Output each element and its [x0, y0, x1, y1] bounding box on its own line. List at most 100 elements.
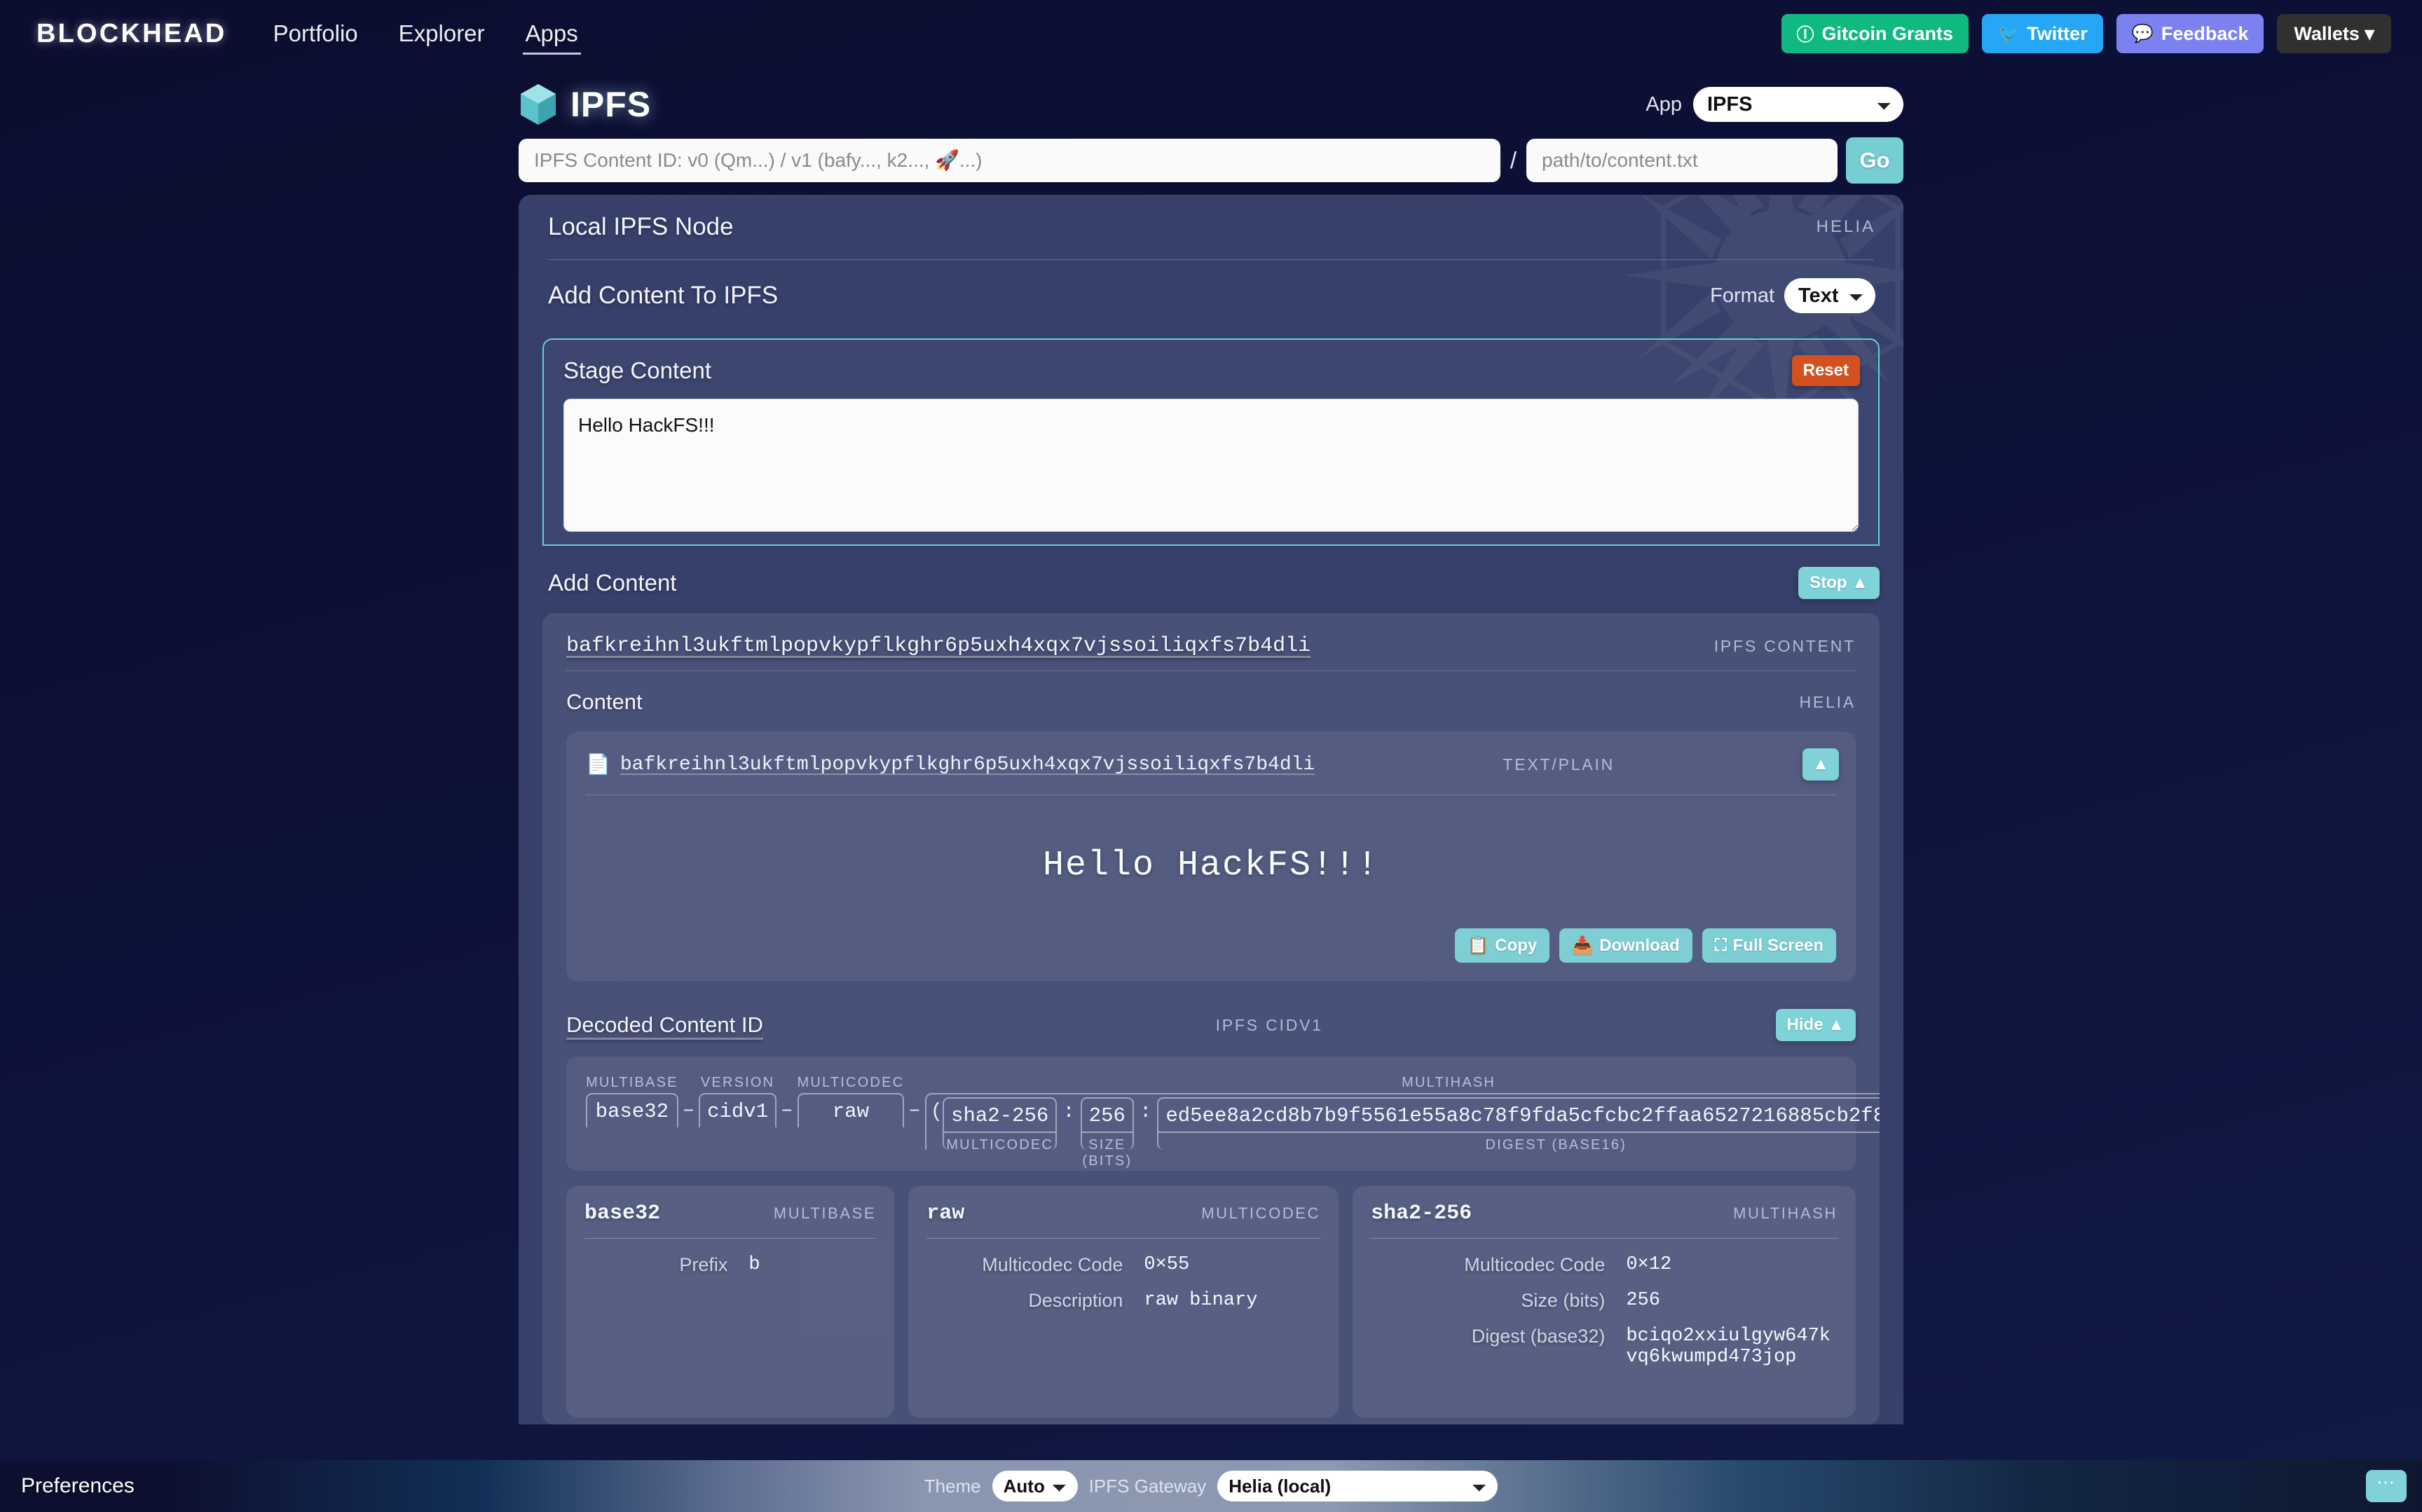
- go-button[interactable]: Go: [1846, 137, 1903, 184]
- ipfs-gateway-label: IPFS Gateway: [1088, 1475, 1207, 1497]
- node-panel-title: Local IPFS Node: [548, 213, 734, 240]
- ipfs-cube-icon: [521, 84, 556, 125]
- multihash-card-name: sha2-256: [1371, 1202, 1472, 1225]
- multihash-detail-card: sha2-256 MULTIHASH Multicodec Code 0×12 …: [1353, 1186, 1856, 1417]
- gitcoin-icon: Ⓘ: [1796, 25, 1814, 45]
- nav-link-explorer[interactable]: Explorer: [399, 0, 485, 67]
- multihash-colon-2: :: [1139, 1100, 1152, 1123]
- row-value: 0×55: [1144, 1254, 1190, 1275]
- reset-button[interactable]: Reset: [1791, 355, 1860, 386]
- nav-actions: Ⓘ Gitcoin Grants 🐦 Twitter 💬 Feedback Wa…: [1781, 14, 2391, 53]
- format-selector-group: Format Text: [1710, 278, 1875, 313]
- local-ipfs-node-panel: Local IPFS Node HELIA Add Content To IPF…: [519, 195, 1903, 1424]
- card-header: raw MULTICODEC: [926, 1202, 1320, 1225]
- cid-input[interactable]: [519, 139, 1500, 182]
- multihash-size: 256 SIZE (BITS): [1080, 1097, 1134, 1169]
- gitcoin-grants-label: Gitcoin Grants: [1821, 22, 1954, 44]
- multibase-card-name: base32: [584, 1202, 661, 1225]
- decoded-cid-header: Decoded Content ID IPFS CIDV1 Hide ▲: [542, 996, 1880, 1051]
- multihash-card-tag: MULTIHASH: [1733, 1204, 1838, 1222]
- collapse-file-button[interactable]: ▲: [1802, 748, 1839, 781]
- add-content-title: Add Content: [548, 570, 677, 596]
- table-row: Description raw binary: [926, 1290, 1320, 1312]
- divider: [1371, 1238, 1838, 1239]
- file-document-icon: 📄: [586, 753, 610, 775]
- row-key: Description: [1028, 1290, 1123, 1311]
- file-name[interactable]: bafkreihnl3ukftmlpopvkypflkghr6p5uxh4xqx…: [620, 754, 1315, 776]
- clipboard-icon: 📋: [1467, 936, 1489, 955]
- cid-segment-multihash: MULTIHASH ( sha2-256 MULTICODEC : 256 SI…: [924, 1075, 1880, 1169]
- divider: [584, 1238, 877, 1239]
- page-title: IPFS: [570, 85, 652, 124]
- content-helia-tag: HELIA: [1799, 692, 1856, 711]
- file-content-preview: Hello HackFS!!!: [1042, 845, 1380, 886]
- cid-segment-multibase: MULTIBASE base32: [586, 1075, 678, 1127]
- multibase-card-tag: MULTIBASE: [773, 1204, 877, 1222]
- cid-result-value[interactable]: bafkreihnl3ukftmlpopvkypflkghr6p5uxh4xqx…: [566, 634, 1311, 658]
- top-navbar: BLOCKHEAD Portfolio Explorer Apps Ⓘ Gitc…: [0, 0, 2422, 67]
- more-options-button[interactable]: ⋯: [2366, 1470, 2407, 1502]
- gitcoin-grants-button[interactable]: Ⓘ Gitcoin Grants: [1781, 14, 1969, 53]
- hide-decoded-button[interactable]: Hide ▲: [1775, 1009, 1856, 1041]
- page-content: IPFS App IPFS / Go: [0, 67, 2422, 1424]
- nav-link-portfolio[interactable]: Portfolio: [273, 0, 358, 67]
- format-select[interactable]: Text: [1784, 278, 1875, 313]
- table-row: Digest (base32) bciqo2xxiulgyw647kvq6kwu…: [1371, 1326, 1838, 1368]
- content-label: Content: [566, 689, 643, 714]
- multihash-open-paren: (: [930, 1100, 943, 1123]
- decoded-cid-map-card: MULTIBASE base32 – VERSION cidv1 – MULTI…: [566, 1057, 1880, 1171]
- cid-detail-cards: base32 MULTIBASE Prefix b raw MULTICODEC: [566, 1186, 1856, 1424]
- divider: [926, 1238, 1321, 1239]
- node-panel-header: Local IPFS Node HELIA: [519, 195, 1903, 259]
- app-select-label: App: [1646, 92, 1682, 116]
- copy-button[interactable]: 📋 Copy: [1455, 928, 1550, 963]
- download-button[interactable]: 📥 Download: [1559, 928, 1692, 963]
- multicodec-card-tag: MULTICODEC: [1201, 1204, 1321, 1222]
- multihash-colon-1: :: [1062, 1100, 1075, 1123]
- stage-content-header: Stage Content Reset: [544, 340, 1878, 393]
- version-value: cidv1: [699, 1093, 777, 1127]
- row-value: raw binary: [1144, 1290, 1258, 1311]
- mime-type-tag: TEXT/PLAIN: [1503, 755, 1615, 774]
- cid-segment-map: MULTIBASE base32 – VERSION cidv1 – MULTI…: [586, 1075, 1880, 1169]
- cid-dash-3: –: [908, 1099, 921, 1122]
- twitter-button[interactable]: 🐦 Twitter: [1982, 14, 2103, 53]
- card-header: sha2-256 MULTIHASH: [1371, 1202, 1838, 1225]
- content-section-header: Content HELIA: [542, 671, 1880, 727]
- full-screen-label: Full Screen: [1732, 935, 1824, 955]
- stage-content-title: Stage Content: [563, 357, 711, 383]
- multicodec-top-label: MULTICODEC: [797, 1075, 905, 1090]
- cid-dash-2: –: [781, 1099, 793, 1122]
- version-top-label: VERSION: [700, 1075, 775, 1090]
- path-input[interactable]: [1526, 139, 1838, 182]
- app-selector-group: App IPFS: [1646, 87, 1903, 122]
- file-preview-header: 📄 bafkreihnl3ukftmlpopvkypflkghr6p5uxh4x…: [566, 731, 1856, 795]
- node-panel-tag: HELIA: [1816, 217, 1875, 236]
- format-label: Format: [1710, 284, 1774, 307]
- cid-search-bar: / Go: [519, 132, 1903, 195]
- wallets-dropdown-button[interactable]: Wallets ▾: [2277, 14, 2391, 53]
- add-content-header: Add Content Stop ▲: [519, 546, 1903, 609]
- file-preview-card: 📄 bafkreihnl3ukftmlpopvkypflkghr6p5uxh4x…: [566, 731, 1856, 981]
- nav-link-apps[interactable]: Apps: [522, 0, 581, 67]
- theme-select[interactable]: Auto: [992, 1471, 1078, 1501]
- multihash-size-bottom-label: SIZE (BITS): [1080, 1132, 1134, 1169]
- fullscreen-icon: ⛶: [1714, 935, 1727, 955]
- stage-content-textarea[interactable]: [563, 399, 1859, 532]
- app-select[interactable]: IPFS: [1693, 87, 1903, 122]
- add-content-to-ipfs-header: Add Content To IPFS Format Text: [519, 260, 1903, 331]
- stop-button[interactable]: Stop ▲: [1798, 567, 1880, 599]
- download-icon: 📥: [1572, 936, 1594, 955]
- decoded-cid-title: Decoded Content ID: [566, 1012, 763, 1037]
- row-value: 256: [1626, 1290, 1660, 1311]
- full-screen-button[interactable]: ⛶ Full Screen: [1702, 928, 1836, 963]
- row-key: Digest (base32): [1471, 1326, 1606, 1347]
- multicodec-detail-card: raw MULTICODEC Multicodec Code 0×55 Desc…: [908, 1186, 1339, 1417]
- multibase-detail-card: base32 MULTIBASE Prefix b: [566, 1186, 895, 1417]
- table-row: Multicodec Code 0×55: [926, 1254, 1320, 1276]
- feedback-button[interactable]: 💬 Feedback: [2116, 14, 2264, 53]
- brand-logo[interactable]: BLOCKHEAD: [36, 19, 227, 49]
- theme-label: Theme: [924, 1475, 981, 1497]
- ipfs-gateway-select[interactable]: Helia (local): [1217, 1471, 1498, 1501]
- copy-label: Copy: [1495, 935, 1538, 955]
